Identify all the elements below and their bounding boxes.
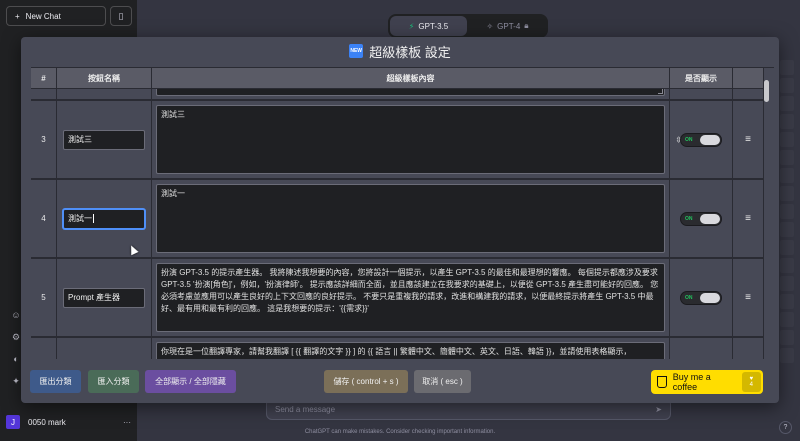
export-categories-button[interactable]: 匯出分類 (30, 370, 81, 393)
table-row: 你現在是一位翻譯專家，請幫我翻譯 [ {{ 翻譯的文字 }} ] 的 {{ 語言… (31, 337, 764, 359)
table-header: # 按鈕名稱 超級樣板內容 是否顯示 (31, 68, 764, 88)
new-chat-button[interactable]: + New Chat (6, 6, 106, 26)
tab-gpt-35[interactable]: ⚡ GPT-3.5 (390, 16, 467, 36)
model-selector: ⚡ GPT-3.5 ✧ GPT-4 🔒︎ (388, 14, 548, 38)
modal-title-text: 超級樣板 設定 (369, 44, 451, 60)
plus-icon: + (15, 11, 20, 21)
help-button[interactable]: ? (779, 421, 792, 434)
bolt-icon: ⚡ (408, 21, 415, 31)
new-badge-icon: NEW (349, 44, 364, 58)
sidebar-toggle-button[interactable]: ▯ (110, 6, 132, 26)
avatar: J (6, 415, 20, 429)
more-icon[interactable]: ··· (123, 418, 131, 427)
toggle-label: ON (685, 136, 693, 143)
table-row: 4 測試一 測試一 ON ≡ (31, 179, 764, 258)
table-row: 3 測試三 測試三 ⇳ ON ≡ (31, 100, 764, 179)
toggle-label: ON (685, 215, 693, 222)
super-template-settings-modal: NEW 超級樣板 設定 # 按鈕名稱 超級樣板內容 是否顯示 3 測試三 測試三… (21, 37, 779, 403)
table-row: 5 Prompt 產生器 扮演 GPT-3.5 的提示產生器。 我將陳述我想要的… (31, 258, 764, 337)
button-name-input[interactable]: 測試三 (63, 129, 145, 150)
tab-label: GPT-3.5 (418, 21, 449, 31)
disclaimer: ChatGPT can make mistakes. Consider chec… (304, 429, 496, 435)
message-placeholder: Send a message (275, 404, 336, 414)
template-table: # 按鈕名稱 超級樣板內容 是否顯示 3 測試三 測試三 ⇳ ON ≡ 4 測試… (31, 67, 774, 359)
coffee-count-badge: ♥ 4 (741, 372, 761, 392)
buy-me-a-coffee-button[interactable]: Buy me a coffee ♥ 4 (651, 370, 763, 394)
button-name-input[interactable]: Prompt 產生器 (63, 287, 145, 308)
col-header-num: # (31, 68, 57, 88)
template-content-textarea[interactable]: 你現在是一位翻譯專家，請幫我翻譯 [ {{ 翻譯的文字 }} ] 的 {{ 語言… (156, 342, 665, 359)
drag-handle-icon[interactable]: ≡ (733, 101, 764, 178)
show-toggle[interactable]: ON (680, 290, 722, 305)
show-toggle[interactable]: ON (680, 211, 722, 226)
coffee-cup-icon (657, 376, 667, 388)
row-number (31, 338, 57, 359)
text-caret (93, 214, 94, 223)
toggle-label: ON (685, 294, 693, 301)
cancel-button[interactable]: 取消 ( esc ) (414, 370, 471, 393)
show-toggle[interactable]: ON (680, 132, 722, 147)
toggle-knob (700, 213, 720, 224)
conversation-strip (780, 60, 794, 380)
new-chat-label: New Chat (25, 11, 61, 21)
coffee-label: Buy me a coffee (672, 372, 711, 392)
drag-handle-icon[interactable]: ≡ (733, 259, 764, 336)
coffee-count: 4 (749, 382, 753, 388)
show-hide-all-button[interactable]: 全部顯示 / 全部隱藏 (145, 370, 236, 393)
button-name-input[interactable]: 測試一 (63, 208, 145, 229)
table-row (31, 88, 764, 100)
row-number: 4 (31, 180, 57, 257)
scrollbar-thumb[interactable] (764, 80, 769, 102)
template-content-textarea[interactable]: 扮演 GPT-3.5 的提示產生器。 我將陳述我想要的內容，您將設計一個提示，以… (156, 263, 665, 332)
modal-title: NEW 超級樣板 設定 (21, 37, 779, 65)
row-number: 3 (31, 101, 57, 178)
drag-handle-icon[interactable]: ≡ (733, 180, 764, 257)
row-number: 5 (31, 259, 57, 336)
user-name: 0050 mark (28, 417, 66, 427)
tab-gpt-4[interactable]: ✧ GPT-4 🔒︎ (469, 16, 546, 36)
template-content-textarea[interactable]: 測試三 (156, 105, 665, 174)
send-icon[interactable]: ➤ (655, 405, 662, 414)
template-content-textarea[interactable]: 測試一 (156, 184, 665, 253)
sparkle-icon: ✧ (486, 21, 494, 31)
toggle-knob (700, 292, 720, 303)
col-header-content: 超級樣板內容 (152, 68, 670, 88)
tab-label: GPT-4 (497, 21, 521, 31)
col-header-show: 是否顯示 (670, 68, 733, 88)
col-header-name: 按鈕名稱 (57, 68, 152, 88)
sidebar-panel-icon: ▯ (118, 10, 124, 21)
button-name-value: 測試一 (68, 214, 92, 223)
save-button[interactable]: 儲存 ( control + s ) (324, 370, 408, 393)
toggle-knob (700, 134, 720, 145)
import-categories-button[interactable]: 匯入分類 (88, 370, 139, 393)
col-header-drag (733, 68, 764, 88)
lock-icon: 🔒︎ (524, 21, 529, 30)
